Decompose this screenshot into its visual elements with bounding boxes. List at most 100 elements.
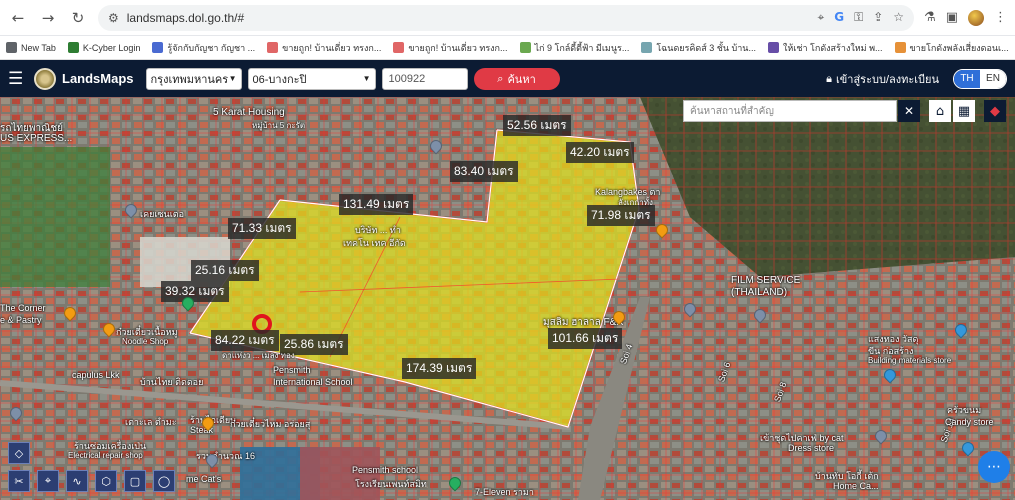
parcel-number-input[interactable]: 100922 [381,67,468,90]
place-label: เตาะเล ตำมะ [125,417,177,427]
place-label: Building materials store [868,356,952,365]
measurement-label: 101.66 เมตร [548,328,623,349]
place-label: Home Ca... [833,481,879,491]
bookmark-label: ไก่ 9 โกล์ดี้ตี้ฟ้า มีเมนูร... [534,42,630,53]
bookmark-label: ให้เช่า โกดังสร้างใหม่ พ... [782,42,883,53]
bookmark-favicon-icon [894,42,906,53]
district-value: 06-บางกะปิ [252,73,307,86]
search-icon: ⌕ [497,71,504,85]
bookmark-label: ขายโกดังพลังเสี่ยงดอนเ... [909,42,1009,53]
district-select[interactable]: 06-บางกะปิ ▼ [247,67,376,90]
back-icon[interactable]: ← [8,8,28,28]
pin-tool-icon[interactable]: ⌖ [37,470,59,492]
google-icon[interactable]: G [834,10,844,25]
province-select[interactable]: กรุงเทพมหานคร ▼ [145,67,242,90]
login-link[interactable]: 🔒︎ เข้าสู่ระบบ/ลงทะเบียน [826,70,939,88]
bookmark-favicon-icon [267,42,279,53]
place-label: Noodle Shop [122,337,169,346]
language-toggle: TH EN [953,68,1007,89]
search-button[interactable]: ⌕ ค้นหา [473,67,560,90]
address-bar[interactable]: ⚙ landsmaps.dol.go.th/# ⌖ G ⚿ ⇪ ☆ [98,4,915,31]
place-label: The Corner [0,303,46,313]
measurement-label: 52.56 เมตร [503,115,571,136]
bookmark-item[interactable]: ไก่ 9 โกล์ดี้ตี้ฟ้า มีเมนูร... [519,41,630,55]
line-tool-icon[interactable]: ∿ [66,470,88,492]
rectangle-tool-icon[interactable]: ▢ [124,470,146,492]
eraser-tool-icon[interactable]: ◇ [8,442,30,464]
place-label: e & Pastry [0,315,42,325]
place-label: capulus Lkk [72,370,120,380]
bookmark-favicon-icon [519,42,531,53]
parcel-number-value: 100922 [388,72,426,85]
place-label: ลังเกกาทั้ง [618,198,653,207]
measurement-label: 39.32 เมตร [161,281,229,302]
menu-icon[interactable]: ⋮ [994,10,1007,25]
measurement-label: 84.22 เมตร [211,330,279,351]
bookmark-label: New Tab [21,42,56,53]
profile-avatar[interactable] [968,9,984,26]
star-icon[interactable]: ☆ [893,10,904,25]
place-label: Candy store [945,417,994,427]
place-label: บริษัท ... ทำ [355,225,401,235]
place-label: บ้านไทย ติดดอย [140,377,204,387]
map-canvas[interactable]: 52.56 เมตร 42.20 เมตร 83.40 เมตร 131.49 … [0,97,1015,500]
place-label: Dress store [788,443,835,453]
sidepanel-icon[interactable]: ▣ [946,10,958,25]
place-search-input[interactable]: ค้นหาสถานที่สำคัญ [683,100,897,122]
measure-tool-icon[interactable]: ✂ [8,470,30,492]
place-label: โรงเรียนเพนท์สมิท [355,479,427,489]
place-label: (THAILAND) [731,287,788,298]
bookmark-favicon-icon [393,42,405,53]
bookmark-label: ขายถูก! บ้านเดี่ยว ทรงก... [408,42,508,53]
bookmark-item[interactable]: New Tab [6,42,56,53]
place-label: ก๋วยเตี๋ยวไหม อร่อยสุ [230,419,311,429]
bookmark-favicon-icon [67,42,79,53]
layers-icon[interactable]: ◆ [984,100,1006,122]
polygon-tool-icon[interactable]: ⬡ [95,470,117,492]
reload-icon[interactable]: ↻ [68,8,88,28]
bookmark-label: โฉนดยรคิดส์ 3 ชั้น บ้าน... [656,42,756,53]
dol-logo [34,67,56,90]
place-label: International School [273,377,353,387]
measurement-label: 71.33 เมตร [228,218,296,239]
lang-th-button[interactable]: TH [954,69,980,88]
bookmark-favicon-icon [152,42,164,53]
measurement-label: 25.16 เมตร [191,260,259,281]
bookmarks-bar: New Tab K-Cyber Login รู้จักกับกัญชา กัญชา… [0,36,1015,60]
bookmark-item[interactable]: ขายโกดังพลังเสี่ยงดอนเ... [894,41,1009,55]
bookmark-item[interactable]: ขายถูก! บ้านเดี่ยว ทรงก... [267,41,381,55]
bookmark-item[interactable]: ให้เช่า โกดังสร้างใหม่ พ... [767,41,883,55]
bookmark-item[interactable]: รู้จักกับกัญชา กัญชา ... [152,41,255,55]
chat-icon[interactable]: ⋯ [978,451,1010,483]
place-label: Pensmith [273,365,311,375]
measurement-label: 42.20 เมตร [566,142,634,163]
home-icon[interactable]: ⌂ [929,100,951,122]
bookmark-item[interactable]: ขายถูก! บ้านเดี่ยว ทรงก... [393,41,508,55]
key-icon[interactable]: ⚿ [854,10,863,25]
app-header: ☰ LandsMaps กรุงเทพมหานคร ▼ 06-บางกะปิ ▼… [0,60,1015,97]
hamburger-menu-icon[interactable]: ☰ [8,69,28,89]
place-label: ครัวขนม [947,405,982,415]
circle-tool-icon[interactable]: ◯ [153,470,175,492]
forward-icon[interactable]: → [38,8,58,28]
bookmark-favicon-icon [767,42,779,53]
extension-icon[interactable]: ⚗ [924,10,936,25]
share-icon[interactable]: ⇪ [873,10,883,25]
chevron-down-icon: ▼ [228,74,237,83]
measurement-label: 174.39 เมตร [402,358,477,379]
place-label: 5 Karat Housing [213,107,285,118]
login-label: เข้าสู่ระบบ/ลงทะเบียน [836,73,939,86]
search-button-label: ค้นหา [507,73,536,86]
close-icon[interactable]: ✕ [898,100,920,122]
grid-icon[interactable]: ▦ [953,100,975,122]
bookmark-item[interactable]: โฉนดยรคิดส์ 3 ชั้น บ้าน... [641,41,756,55]
chevron-down-icon: ▼ [362,74,371,83]
lang-en-button[interactable]: EN [980,69,1006,88]
place-label: US EXPRESS... [0,133,73,144]
province-value: กรุงเทพมหานคร [150,73,229,86]
location-icon[interactable]: ⌖ [817,10,824,25]
place-label: 7-Eleven รามา [475,487,534,497]
place-label: มุสลิม ฮาลาล F&R [543,317,624,328]
site-info-icon[interactable]: ⚙ [108,11,119,25]
bookmark-item[interactable]: K-Cyber Login [67,42,140,53]
